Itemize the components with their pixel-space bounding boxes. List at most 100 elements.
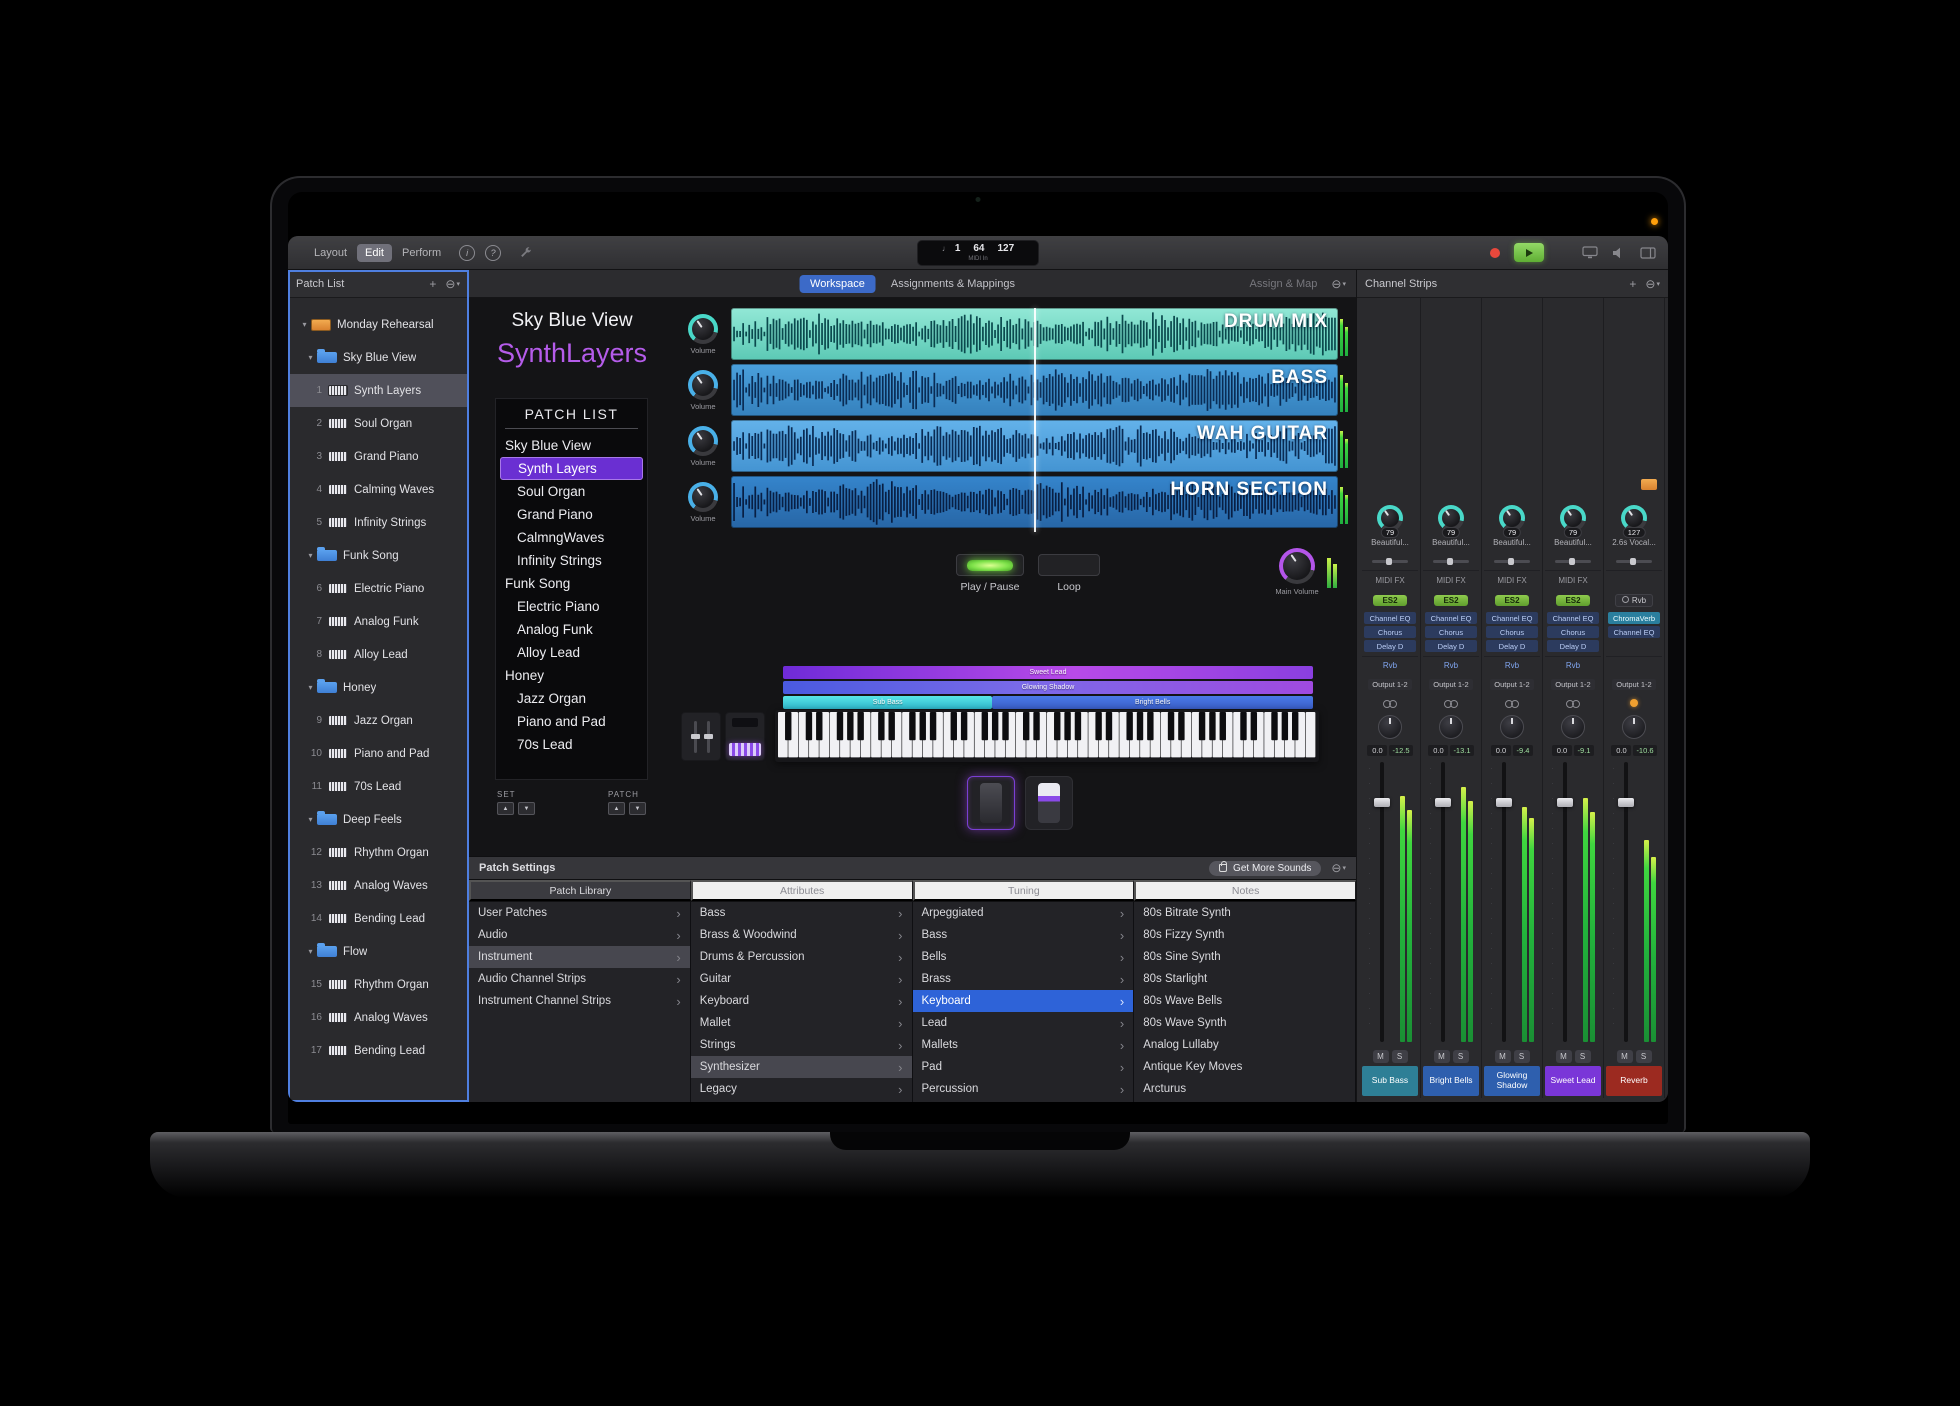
send-slot[interactable]: Rvb bbox=[1545, 656, 1601, 674]
midi-fx-slot[interactable]: MIDI FX bbox=[1484, 570, 1540, 590]
insert-slot[interactable]: Delay D bbox=[1486, 640, 1538, 652]
pan-knob[interactable] bbox=[1561, 715, 1585, 739]
mode-button[interactable]: Perform bbox=[394, 244, 449, 262]
keyboard-layer[interactable]: Glowing Shadow bbox=[783, 681, 1313, 694]
add-channel-strip-button[interactable]: + bbox=[1629, 277, 1636, 291]
send-slot[interactable]: Rvb bbox=[1484, 656, 1540, 674]
disclosure-triangle-icon[interactable]: ▾ bbox=[298, 320, 311, 329]
piano-keys[interactable] bbox=[778, 712, 1316, 759]
browser-item[interactable]: Brass bbox=[913, 968, 1134, 990]
library-tab[interactable]: Patch Library bbox=[469, 880, 691, 901]
browser-item[interactable]: Pad bbox=[913, 1056, 1134, 1078]
set-up-button[interactable]: ▲ bbox=[497, 802, 514, 815]
pan-control[interactable] bbox=[1378, 712, 1402, 742]
browser-item[interactable]: Drums & Percussion bbox=[691, 946, 912, 968]
mini-fader[interactable] bbox=[1606, 552, 1662, 570]
patch-list-row[interactable]: 16 Analog Waves bbox=[288, 1001, 468, 1034]
library-tab[interactable]: Attributes bbox=[691, 880, 913, 901]
pan-control[interactable] bbox=[1622, 712, 1646, 742]
browser-item[interactable]: 80s Fizzy Synth bbox=[1134, 924, 1355, 946]
disclosure-triangle-icon[interactable]: ▾ bbox=[304, 683, 317, 692]
keyboard-layer[interactable]: Bright Bells bbox=[992, 696, 1313, 709]
browser-item[interactable]: Bass bbox=[691, 902, 912, 924]
tuner-icon[interactable] bbox=[519, 246, 533, 260]
onstage-patch-item[interactable]: 70s Lead bbox=[496, 733, 647, 756]
browser-item[interactable]: Bells bbox=[913, 946, 1134, 968]
pan-knob[interactable] bbox=[1439, 715, 1463, 739]
strip-name[interactable]: Sub Bass bbox=[1362, 1066, 1418, 1096]
insert-slot[interactable]: ChromaVerb bbox=[1608, 612, 1660, 624]
help-icon[interactable]: ? bbox=[485, 245, 501, 261]
send-slot[interactable]: Rvb bbox=[1362, 656, 1418, 674]
strip-name[interactable]: Reverb bbox=[1606, 1066, 1662, 1096]
play-button[interactable] bbox=[1514, 243, 1544, 262]
channel-strip[interactable]: 79 Beautiful... MIDI FX ES2 Channel EQCh… bbox=[1421, 298, 1482, 1098]
patch-up-button[interactable]: ▲ bbox=[608, 802, 625, 815]
display-settings-icon[interactable] bbox=[1582, 246, 1598, 259]
playhead[interactable] bbox=[1034, 308, 1036, 532]
solo-button[interactable]: S bbox=[1453, 1050, 1469, 1063]
midi-fx-slot[interactable]: MIDI FX bbox=[1545, 570, 1601, 590]
insert-slot[interactable]: Chorus bbox=[1486, 626, 1538, 638]
channel-strip[interactable]: 79 Beautiful... MIDI FX ES2 Channel EQCh… bbox=[1360, 298, 1421, 1098]
patch-list-row[interactable]: ▾ Flow bbox=[288, 935, 468, 968]
browser-item[interactable]: Legacy bbox=[691, 1078, 912, 1100]
disclosure-triangle-icon[interactable]: ▾ bbox=[304, 947, 317, 956]
get-more-sounds-button[interactable]: Get More Sounds bbox=[1209, 861, 1321, 876]
instrument-slot[interactable]: ES2 bbox=[1545, 590, 1601, 610]
patch-list-row[interactable]: ▾ Funk Song bbox=[288, 539, 468, 572]
insert-slot[interactable]: Chorus bbox=[1547, 626, 1599, 638]
insert-slot[interactable]: Delay D bbox=[1547, 640, 1599, 652]
browser-item[interactable]: 80s Wave Bells bbox=[1134, 990, 1355, 1012]
output-slot[interactable]: Output 1-2 bbox=[1484, 674, 1540, 694]
volume-fader[interactable] bbox=[1484, 762, 1540, 1042]
mute-button[interactable]: M bbox=[1434, 1050, 1450, 1063]
insert-slot[interactable]: Channel EQ bbox=[1486, 612, 1538, 624]
patch-list-row[interactable]: 5 Infinity Strings bbox=[288, 506, 468, 539]
onstage-patch-item[interactable]: CalmngWaves bbox=[496, 526, 647, 549]
fader-thumb[interactable] bbox=[1496, 798, 1512, 807]
patch-list-row[interactable]: 15 Rhythm Organ bbox=[288, 968, 468, 1001]
midi-fx-slot[interactable] bbox=[1606, 570, 1662, 590]
patch-list-row[interactable]: 12 Rhythm Organ bbox=[288, 836, 468, 869]
main-volume-knob[interactable] bbox=[1279, 548, 1315, 584]
send-slot[interactable]: Rvb bbox=[1423, 656, 1479, 674]
browser-item[interactable]: Guitar bbox=[691, 968, 912, 990]
browser-item[interactable]: Lead bbox=[913, 1012, 1134, 1034]
patch-settings-action-menu[interactable]: ⊖▾ bbox=[1331, 861, 1346, 875]
browser-item[interactable]: Mallet bbox=[691, 1012, 912, 1034]
instrument-slot[interactable]: ES2 bbox=[1484, 590, 1540, 610]
onstage-patch-item[interactable]: Infinity Strings bbox=[496, 549, 647, 572]
browser-item[interactable]: Mallets bbox=[913, 1034, 1134, 1056]
browser-item[interactable]: Keyboard bbox=[913, 990, 1134, 1012]
mute-button[interactable]: M bbox=[1617, 1050, 1633, 1063]
onstage-patch-item[interactable]: Alloy Lead bbox=[496, 641, 647, 664]
volume-fader[interactable] bbox=[1606, 762, 1662, 1042]
controller-module[interactable] bbox=[681, 712, 721, 761]
channel-strip[interactable]: 79 Beautiful... MIDI FX ES2 Channel EQCh… bbox=[1482, 298, 1543, 1098]
onstage-patch-item[interactable]: Jazz Organ bbox=[496, 687, 647, 710]
insert-slot[interactable]: Channel EQ bbox=[1425, 612, 1477, 624]
channel-strip[interactable]: 79 Beautiful... MIDI FX ES2 Channel EQCh… bbox=[1543, 298, 1604, 1098]
library-tab[interactable]: Notes bbox=[1134, 880, 1356, 901]
browser-item[interactable]: Audio bbox=[469, 924, 690, 946]
insert-slot[interactable]: Channel EQ bbox=[1547, 612, 1599, 624]
patch-list-row[interactable]: 9 Jazz Organ bbox=[288, 704, 468, 737]
pan-control[interactable] bbox=[1500, 712, 1524, 742]
patch-list-row[interactable]: 10 Piano and Pad bbox=[288, 737, 468, 770]
loop-pad[interactable] bbox=[1038, 554, 1100, 576]
patch-list-row[interactable]: ▾ Honey bbox=[288, 671, 468, 704]
insert-slot[interactable]: Chorus bbox=[1425, 626, 1477, 638]
patch-list-row[interactable]: ▾ Monday Rehearsal bbox=[288, 308, 468, 341]
input-format[interactable] bbox=[1630, 694, 1638, 712]
patch-list-row[interactable]: 14 Bending Lead bbox=[288, 902, 468, 935]
workspace-tab[interactable]: Workspace bbox=[799, 275, 876, 293]
browser-item[interactable]: Brass & Woodwind bbox=[691, 924, 912, 946]
insert-slot[interactable]: Chorus bbox=[1364, 626, 1416, 638]
onstage-patch-item[interactable]: Honey bbox=[496, 664, 647, 687]
mode-button[interactable]: Edit bbox=[357, 244, 392, 262]
browser-item[interactable]: Bass bbox=[913, 924, 1134, 946]
pan-knob[interactable] bbox=[1378, 715, 1402, 739]
track-volume-knob[interactable] bbox=[688, 482, 718, 512]
strip-name[interactable]: Sweet Lead bbox=[1545, 1066, 1601, 1096]
